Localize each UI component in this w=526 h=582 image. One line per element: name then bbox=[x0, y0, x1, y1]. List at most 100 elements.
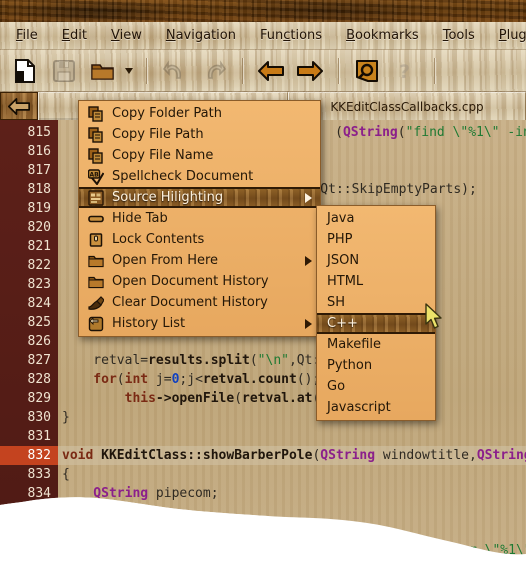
line-number: 832 bbox=[0, 446, 58, 465]
menu-bar: File Edit View Navigation Functions Bookmarks… bbox=[0, 22, 526, 50]
menu-view[interactable]: View bbox=[109, 26, 144, 45]
menu-navigation[interactable]: Navigation bbox=[164, 26, 238, 45]
line-number: 828 bbox=[27, 372, 51, 387]
line-number: 819 bbox=[27, 201, 51, 216]
submenu-item-makefile[interactable]: Makefile bbox=[317, 334, 435, 355]
source-hilight-icon bbox=[87, 189, 104, 206]
context-menu-item-copy-file-name[interactable]: Copy File Name bbox=[79, 145, 320, 166]
line-number: 817 bbox=[27, 163, 51, 178]
code-token: QString bbox=[476, 448, 526, 463]
context-menu-item-history-list[interactable]: History List bbox=[79, 313, 320, 334]
code-token: { bbox=[62, 467, 70, 482]
context-menu-item-hide-tab[interactable]: Hide Tab bbox=[79, 208, 320, 229]
code-token: for bbox=[62, 372, 117, 387]
lock-icon bbox=[87, 231, 104, 248]
question-mark-icon: ? bbox=[399, 61, 410, 82]
code-line: } bbox=[58, 408, 526, 427]
submenu-item-go[interactable]: Go bbox=[317, 376, 435, 397]
menu-plugins[interactable]: Plugins bbox=[497, 26, 526, 45]
context-menu-item-label: Spellcheck Document bbox=[112, 169, 254, 184]
context-menu-item-copy-file-path[interactable]: Copy File Path bbox=[79, 124, 320, 145]
submenu-item-sh[interactable]: SH bbox=[317, 292, 435, 313]
back-button[interactable] bbox=[256, 56, 286, 86]
new-document-button[interactable] bbox=[10, 56, 40, 86]
menu-bookmarks[interactable]: Bookmarks bbox=[344, 26, 421, 45]
line-number: 830 bbox=[27, 410, 51, 425]
code-token: ;j< bbox=[179, 372, 203, 387]
code-token: "KKEditQT/app/KKEditQTProgressBar \"%1\"… bbox=[218, 543, 526, 558]
svg-text:?: ? bbox=[399, 61, 410, 82]
save-button[interactable] bbox=[49, 56, 79, 86]
folder-icon bbox=[87, 252, 104, 269]
left-arrow-icon bbox=[258, 60, 284, 81]
context-menu-item-label: Open Document History bbox=[112, 274, 269, 289]
code-token: #e bbox=[62, 562, 78, 577]
code-line: retval=results.split("\n",Qt::S bbox=[58, 351, 526, 370]
submenu-item-cpp[interactable]: C++ bbox=[317, 313, 435, 334]
context-menu-item-source-hilighting[interactable]: Source Hilighting bbox=[79, 187, 320, 208]
forward-button[interactable] bbox=[295, 56, 325, 86]
line-number: 827 bbox=[27, 353, 51, 368]
context-menu-item-open-document-history[interactable]: Open Document History bbox=[79, 271, 320, 292]
code-token: } bbox=[62, 410, 70, 425]
toolbar: ? bbox=[0, 50, 526, 92]
submenu-item-label: HTML bbox=[327, 274, 364, 289]
line-number: 821 bbox=[27, 239, 51, 254]
line-number: 823 bbox=[27, 277, 51, 292]
clear-history-icon bbox=[87, 294, 104, 311]
toolbar-separator-1 bbox=[146, 57, 147, 84]
line-number: 826 bbox=[27, 334, 51, 349]
context-menu-item-clear-document-history[interactable]: Clear Document History bbox=[79, 292, 320, 313]
tab-kkeditclasscallbacks-cpp[interactable]: KKEditClassCallbacks.cpp bbox=[288, 92, 526, 120]
line-number: 818 bbox=[27, 182, 51, 197]
menu-functions[interactable]: Functions bbox=[258, 26, 324, 45]
folder-icon bbox=[91, 63, 114, 80]
submenu-item-label: JSON bbox=[327, 253, 360, 268]
context-menu-item-label: Copy File Path bbox=[112, 127, 204, 142]
submenu-item-javascript[interactable]: Javascript bbox=[317, 397, 435, 418]
context-menu-item-label: History List bbox=[112, 316, 186, 331]
toolbar-separator-3 bbox=[338, 57, 339, 84]
code-token: retval= bbox=[62, 353, 149, 368]
svg-text:AB: AB bbox=[89, 171, 99, 178]
line-number: 820 bbox=[27, 220, 51, 235]
submenu-item-json[interactable]: JSON bbox=[317, 250, 435, 271]
redo-button[interactable] bbox=[199, 56, 229, 86]
undo-arrow-icon bbox=[163, 59, 182, 79]
submenu-item-html[interactable]: HTML bbox=[317, 271, 435, 292]
hide-tab-icon bbox=[87, 210, 104, 227]
code-line: { bbox=[58, 465, 526, 484]
undo-button[interactable] bbox=[160, 56, 190, 86]
submenu-item-label: Javascript bbox=[327, 400, 391, 415]
submenu-item-java[interactable]: Java bbox=[317, 208, 435, 229]
context-menu-item-spellcheck-document[interactable]: AB Spellcheck Document bbox=[79, 166, 320, 187]
submenu-item-label: SH bbox=[327, 295, 346, 310]
code-token: #ifdef _DEBUGCODE_ bbox=[62, 524, 203, 539]
menu-file[interactable]: File bbox=[14, 26, 40, 45]
open-folder-button[interactable] bbox=[88, 56, 118, 86]
context-menu-item-label: Open From Here bbox=[112, 253, 219, 268]
folder-dropdown-arrow[interactable] bbox=[125, 67, 133, 74]
context-menu-item-open-from-here[interactable]: Open From Here bbox=[79, 250, 320, 271]
code-token: QString bbox=[320, 448, 376, 463]
source-hilighting-submenu[interactable]: Java PHP JSON HTML SH C++ Makefile Python Go Java… bbox=[316, 205, 436, 421]
context-menu-item-copy-folder-path[interactable]: Copy Folder Path bbox=[79, 103, 320, 124]
menu-edit[interactable]: Edit bbox=[60, 26, 89, 45]
find-button[interactable] bbox=[352, 56, 382, 86]
menu-tools[interactable]: Tools bbox=[441, 26, 477, 45]
submenu-item-php[interactable]: PHP bbox=[317, 229, 435, 250]
tab-scroll-back-button[interactable] bbox=[0, 92, 38, 120]
code-token: this bbox=[62, 391, 156, 406]
context-menu-item-label: Copy File Name bbox=[112, 148, 214, 163]
context-menu-item-lock-contents[interactable]: Lock Contents bbox=[79, 229, 320, 250]
code-token: retval.count bbox=[202, 372, 297, 387]
history-icon bbox=[87, 315, 104, 332]
submenu-item-python[interactable]: Python bbox=[317, 355, 435, 376]
code-token: ( bbox=[234, 391, 243, 406]
tab-context-menu[interactable]: Copy Folder Path Copy File Path Copy File … bbox=[78, 100, 321, 337]
context-menu-item-label: Source Hilighting bbox=[112, 190, 224, 205]
code-token: Qt::SkipEmptyParts); bbox=[320, 182, 477, 197]
help-button[interactable]: ? bbox=[391, 56, 421, 86]
